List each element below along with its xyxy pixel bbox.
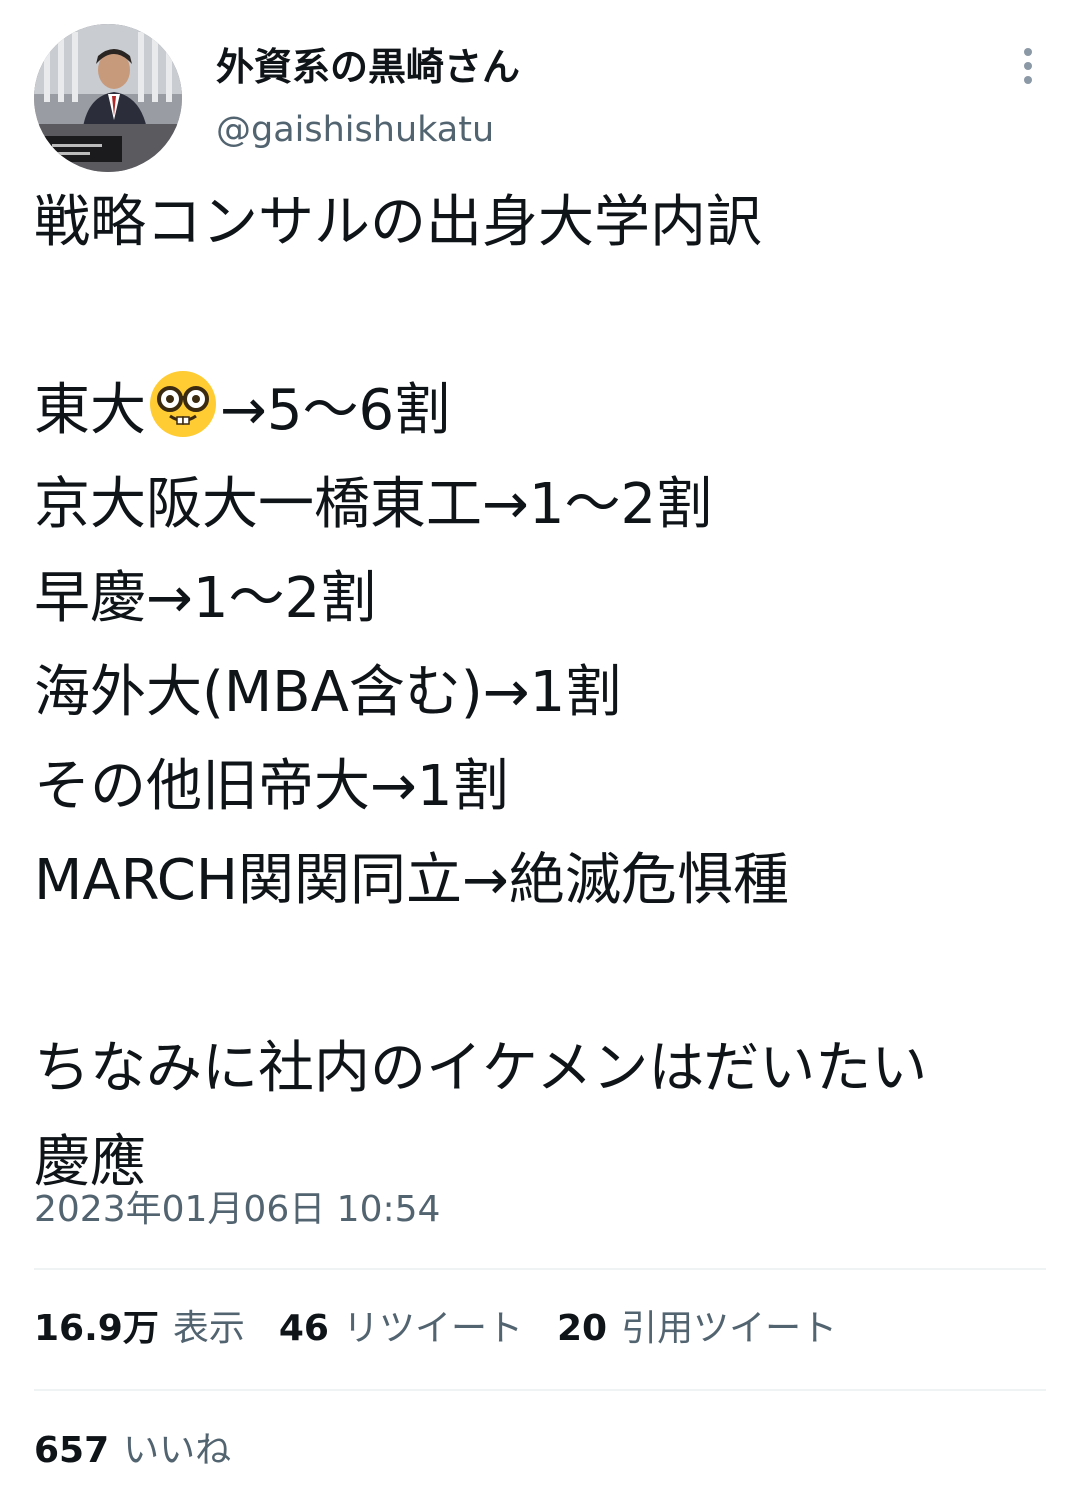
tweet-line: 海外大(MBA含む)→1割 [34,660,622,725]
tweet-line: 京大阪大一橋東工→1〜2割 [34,472,713,537]
tweet-line-text: 東大 [34,378,146,443]
views-label: 表示 [172,1308,245,1349]
display-name[interactable]: 外資系の黒崎さん [216,44,520,90]
tweet-line: 東大 →5〜6割 [34,364,1046,458]
tweet-line: MARCH関関同立→絶滅危惧種 [34,848,789,913]
quotes-count: 20 [556,1308,608,1349]
avatar[interactable] [34,24,182,172]
retweets-label: リツイート [342,1308,523,1349]
quotes-stat[interactable]: 20 引用ツイート [557,1306,837,1352]
tweet-line-text: →5〜6割 [220,378,451,443]
likes-label: いいね [123,1430,232,1471]
retweets-stat[interactable]: 46 リツイート [279,1306,523,1352]
divider [34,1268,1046,1270]
avatar-photo [34,24,182,172]
divider [34,1389,1046,1391]
tweet-timestamp[interactable]: 2023年01月06日 10:54 [34,1187,440,1233]
views-stat[interactable]: 16.9万 表示 [34,1306,245,1352]
likes-count: 657 [34,1430,110,1471]
likes-stat[interactable]: 657 いいね [34,1428,231,1474]
tweet-header: 外資系の黒崎さん @gaishishukatu [34,24,1046,174]
tweet-text: 戦略コンサルの出身大学内訳 東大 →5〜6割 京大阪大一橋東工→1〜2割 早慶→… [34,176,1046,1210]
tweet-line: ちなみに社内のイケメンはだいたい [34,1036,928,1101]
more-vertical-icon[interactable] [1016,48,1040,88]
tweet-line: 戦略コンサルの出身大学内訳 [34,190,762,255]
tweet-line: 早慶→1〜2割 [34,566,377,631]
tweet-stats: 16.9万 表示 46 リツイート 20 引用ツイート [34,1306,837,1352]
retweets-count: 46 [278,1308,329,1349]
quotes-label: 引用ツイート [621,1308,838,1349]
user-handle[interactable]: @gaishishukatu [216,108,494,152]
nerd-face-emoji [150,371,216,437]
tweet-line: その他旧帝大→1割 [34,754,509,819]
views-count: 16.9万 [34,1308,159,1349]
tweet: 外資系の黒崎さん @gaishishukatu 戦略コンサルの出身大学内訳 東大… [0,0,1080,1509]
